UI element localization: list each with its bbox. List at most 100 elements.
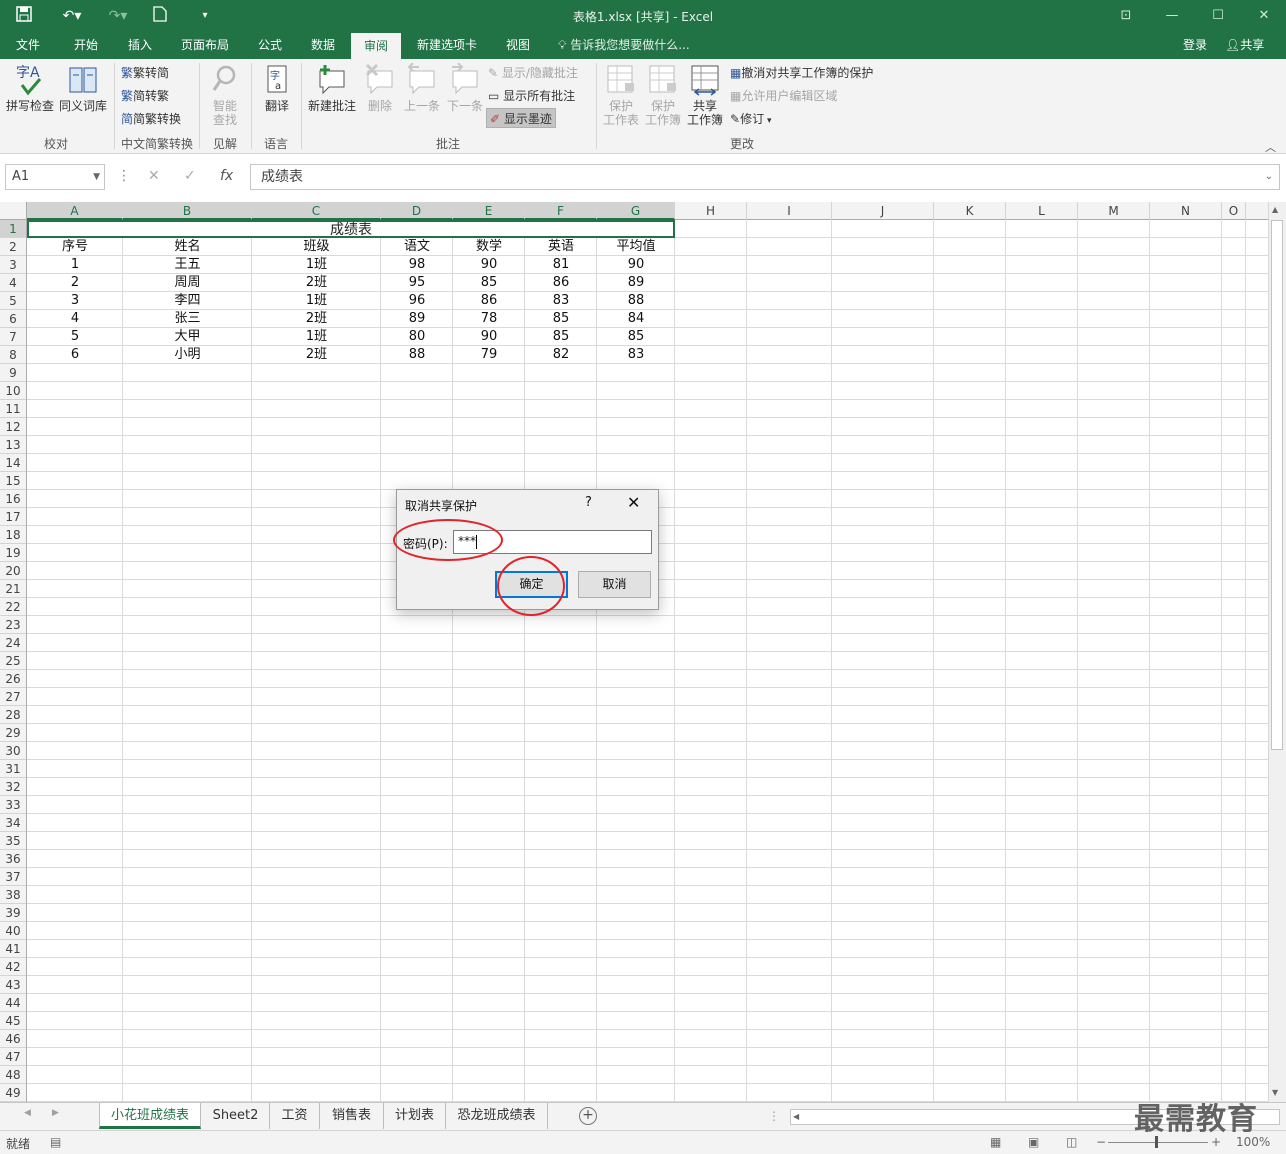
row-header-36[interactable]: 36 — [0, 850, 26, 868]
row-header-47[interactable]: 47 — [0, 1048, 26, 1066]
share-button[interactable]: 👤︎共享 — [1225, 32, 1264, 59]
column-header-G[interactable]: G — [597, 202, 675, 220]
tab-view[interactable]: 视图 — [496, 32, 540, 59]
scroll-up-icon[interactable]: ▲ — [1272, 205, 1278, 214]
name-box[interactable]: A1 ▼ — [5, 164, 105, 190]
table-cell[interactable]: 小明 — [123, 346, 252, 364]
table-cell[interactable]: 80 — [381, 328, 453, 346]
table-cell[interactable]: 90 — [453, 328, 525, 346]
row-header-32[interactable]: 32 — [0, 778, 26, 796]
unprotect-shared-button[interactable]: ▦撤消对共享工作簿的保护 — [730, 63, 873, 83]
row-header-30[interactable]: 30 — [0, 742, 26, 760]
smart-lookup-button[interactable]: 智能 查找 — [205, 63, 245, 127]
column-header-O[interactable]: O — [1222, 202, 1246, 220]
row-header-9[interactable]: 9 — [0, 364, 26, 382]
row-header-21[interactable]: 21 — [0, 580, 26, 598]
prev-sheet-icon[interactable]: ◀ — [24, 1108, 31, 1118]
row-header-19[interactable]: 19 — [0, 544, 26, 562]
header-cell[interactable]: 平均值 — [597, 238, 675, 256]
table-cell[interactable]: 85 — [525, 310, 597, 328]
sheet-tab-konglong[interactable]: 恐龙班成绩表 — [446, 1103, 548, 1129]
row-header-1[interactable]: 1 — [0, 220, 26, 238]
row-header-2[interactable]: 2 — [0, 238, 26, 256]
spell-check-button[interactable]: 字A 拼写检查 — [4, 63, 56, 113]
header-cell[interactable]: 英语 — [525, 238, 597, 256]
zoom-slider[interactable] — [1108, 1142, 1208, 1143]
header-cell[interactable]: 数学 — [453, 238, 525, 256]
row-header-12[interactable]: 12 — [0, 418, 26, 436]
table-cell[interactable]: 大甲 — [123, 328, 252, 346]
vertical-scroll-thumb[interactable] — [1271, 220, 1283, 750]
minimize-icon[interactable]: — — [1152, 4, 1192, 28]
thesaurus-button[interactable]: 同义词库 — [57, 63, 109, 113]
cell-A1-title[interactable]: 成绩表 — [27, 220, 675, 238]
close-window-icon[interactable]: ✕ — [1244, 4, 1284, 28]
translate-button[interactable]: 字a 翻译 — [257, 63, 297, 113]
trad-to-simp-button[interactable]: 繁繁转简 — [121, 63, 169, 83]
tab-home[interactable]: 开始 — [64, 32, 108, 59]
row-header-6[interactable]: 6 — [0, 310, 26, 328]
zoom-out-icon[interactable]: − — [1096, 1135, 1106, 1149]
table-cell[interactable]: 3 — [27, 292, 123, 310]
share-workbook-button[interactable]: 共享 工作簿 — [685, 63, 725, 127]
column-header-N[interactable]: N — [1150, 202, 1222, 220]
column-header-D[interactable]: D — [381, 202, 453, 220]
row-header-41[interactable]: 41 — [0, 940, 26, 958]
table-cell[interactable]: 96 — [381, 292, 453, 310]
cancel-entry-icon[interactable]: ✕ — [148, 168, 160, 184]
table-cell[interactable]: 95 — [381, 274, 453, 292]
row-header-10[interactable]: 10 — [0, 382, 26, 400]
row-header-8[interactable]: 8 — [0, 346, 26, 364]
close-icon[interactable]: ✕ — [627, 493, 640, 512]
row-header-39[interactable]: 39 — [0, 904, 26, 922]
row-header-33[interactable]: 33 — [0, 796, 26, 814]
vertical-scrollbar[interactable]: ▲ ▼ — [1268, 202, 1286, 1102]
table-cell[interactable]: 2 — [27, 274, 123, 292]
sheet-tab-xiaohua[interactable]: 小花班成绩表 — [99, 1103, 201, 1129]
row-header-35[interactable]: 35 — [0, 832, 26, 850]
table-cell[interactable]: 1班 — [252, 256, 381, 274]
new-comment-button[interactable]: 新建批注 — [305, 63, 359, 113]
table-cell[interactable]: 84 — [597, 310, 675, 328]
table-cell[interactable]: 88 — [597, 292, 675, 310]
table-cell[interactable]: 81 — [525, 256, 597, 274]
maximize-icon[interactable]: ☐ — [1198, 4, 1238, 28]
table-cell[interactable]: 李四 — [123, 292, 252, 310]
table-cell[interactable]: 6 — [27, 346, 123, 364]
tab-insert[interactable]: 插入 — [118, 32, 162, 59]
tab-page-layout[interactable]: 页面布局 — [172, 32, 238, 59]
show-hide-comment-button[interactable]: ✎︎ 显示/隐藏批注 — [488, 63, 578, 83]
row-header-22[interactable]: 22 — [0, 598, 26, 616]
ribbon-display-icon[interactable]: ⊡ — [1106, 4, 1146, 28]
table-cell[interactable]: 79 — [453, 346, 525, 364]
row-header-38[interactable]: 38 — [0, 886, 26, 904]
select-all-corner[interactable] — [0, 202, 27, 220]
row-header-37[interactable]: 37 — [0, 868, 26, 886]
column-header-J[interactable]: J — [832, 202, 934, 220]
password-input[interactable]: *** — [453, 530, 652, 554]
row-header-25[interactable]: 25 — [0, 652, 26, 670]
simp-to-trad-button[interactable]: 繁简转繁 — [121, 86, 169, 106]
row-header-29[interactable]: 29 — [0, 724, 26, 742]
row-header-23[interactable]: 23 — [0, 616, 26, 634]
column-header-H[interactable]: H — [675, 202, 747, 220]
header-cell[interactable]: 语文 — [381, 238, 453, 256]
column-header-B[interactable]: B — [123, 202, 252, 220]
row-header-43[interactable]: 43 — [0, 976, 26, 994]
row-header-44[interactable]: 44 — [0, 994, 26, 1012]
collapse-ribbon-icon[interactable]: ︿ — [1265, 139, 1276, 155]
row-header-27[interactable]: 27 — [0, 688, 26, 706]
login-link[interactable]: 登录 — [1183, 32, 1207, 59]
table-cell[interactable]: 2班 — [252, 346, 381, 364]
table-cell[interactable]: 张三 — [123, 310, 252, 328]
row-header-17[interactable]: 17 — [0, 508, 26, 526]
table-cell[interactable]: 89 — [381, 310, 453, 328]
row-header-31[interactable]: 31 — [0, 760, 26, 778]
macro-record-icon[interactable]: ▤ — [50, 1135, 61, 1149]
row-header-11[interactable]: 11 — [0, 400, 26, 418]
chevron-down-icon[interactable]: ▼ — [93, 165, 100, 189]
row-header-40[interactable]: 40 — [0, 922, 26, 940]
row-header-20[interactable]: 20 — [0, 562, 26, 580]
row-header-46[interactable]: 46 — [0, 1030, 26, 1048]
tab-review[interactable]: 审阅 — [351, 32, 401, 59]
